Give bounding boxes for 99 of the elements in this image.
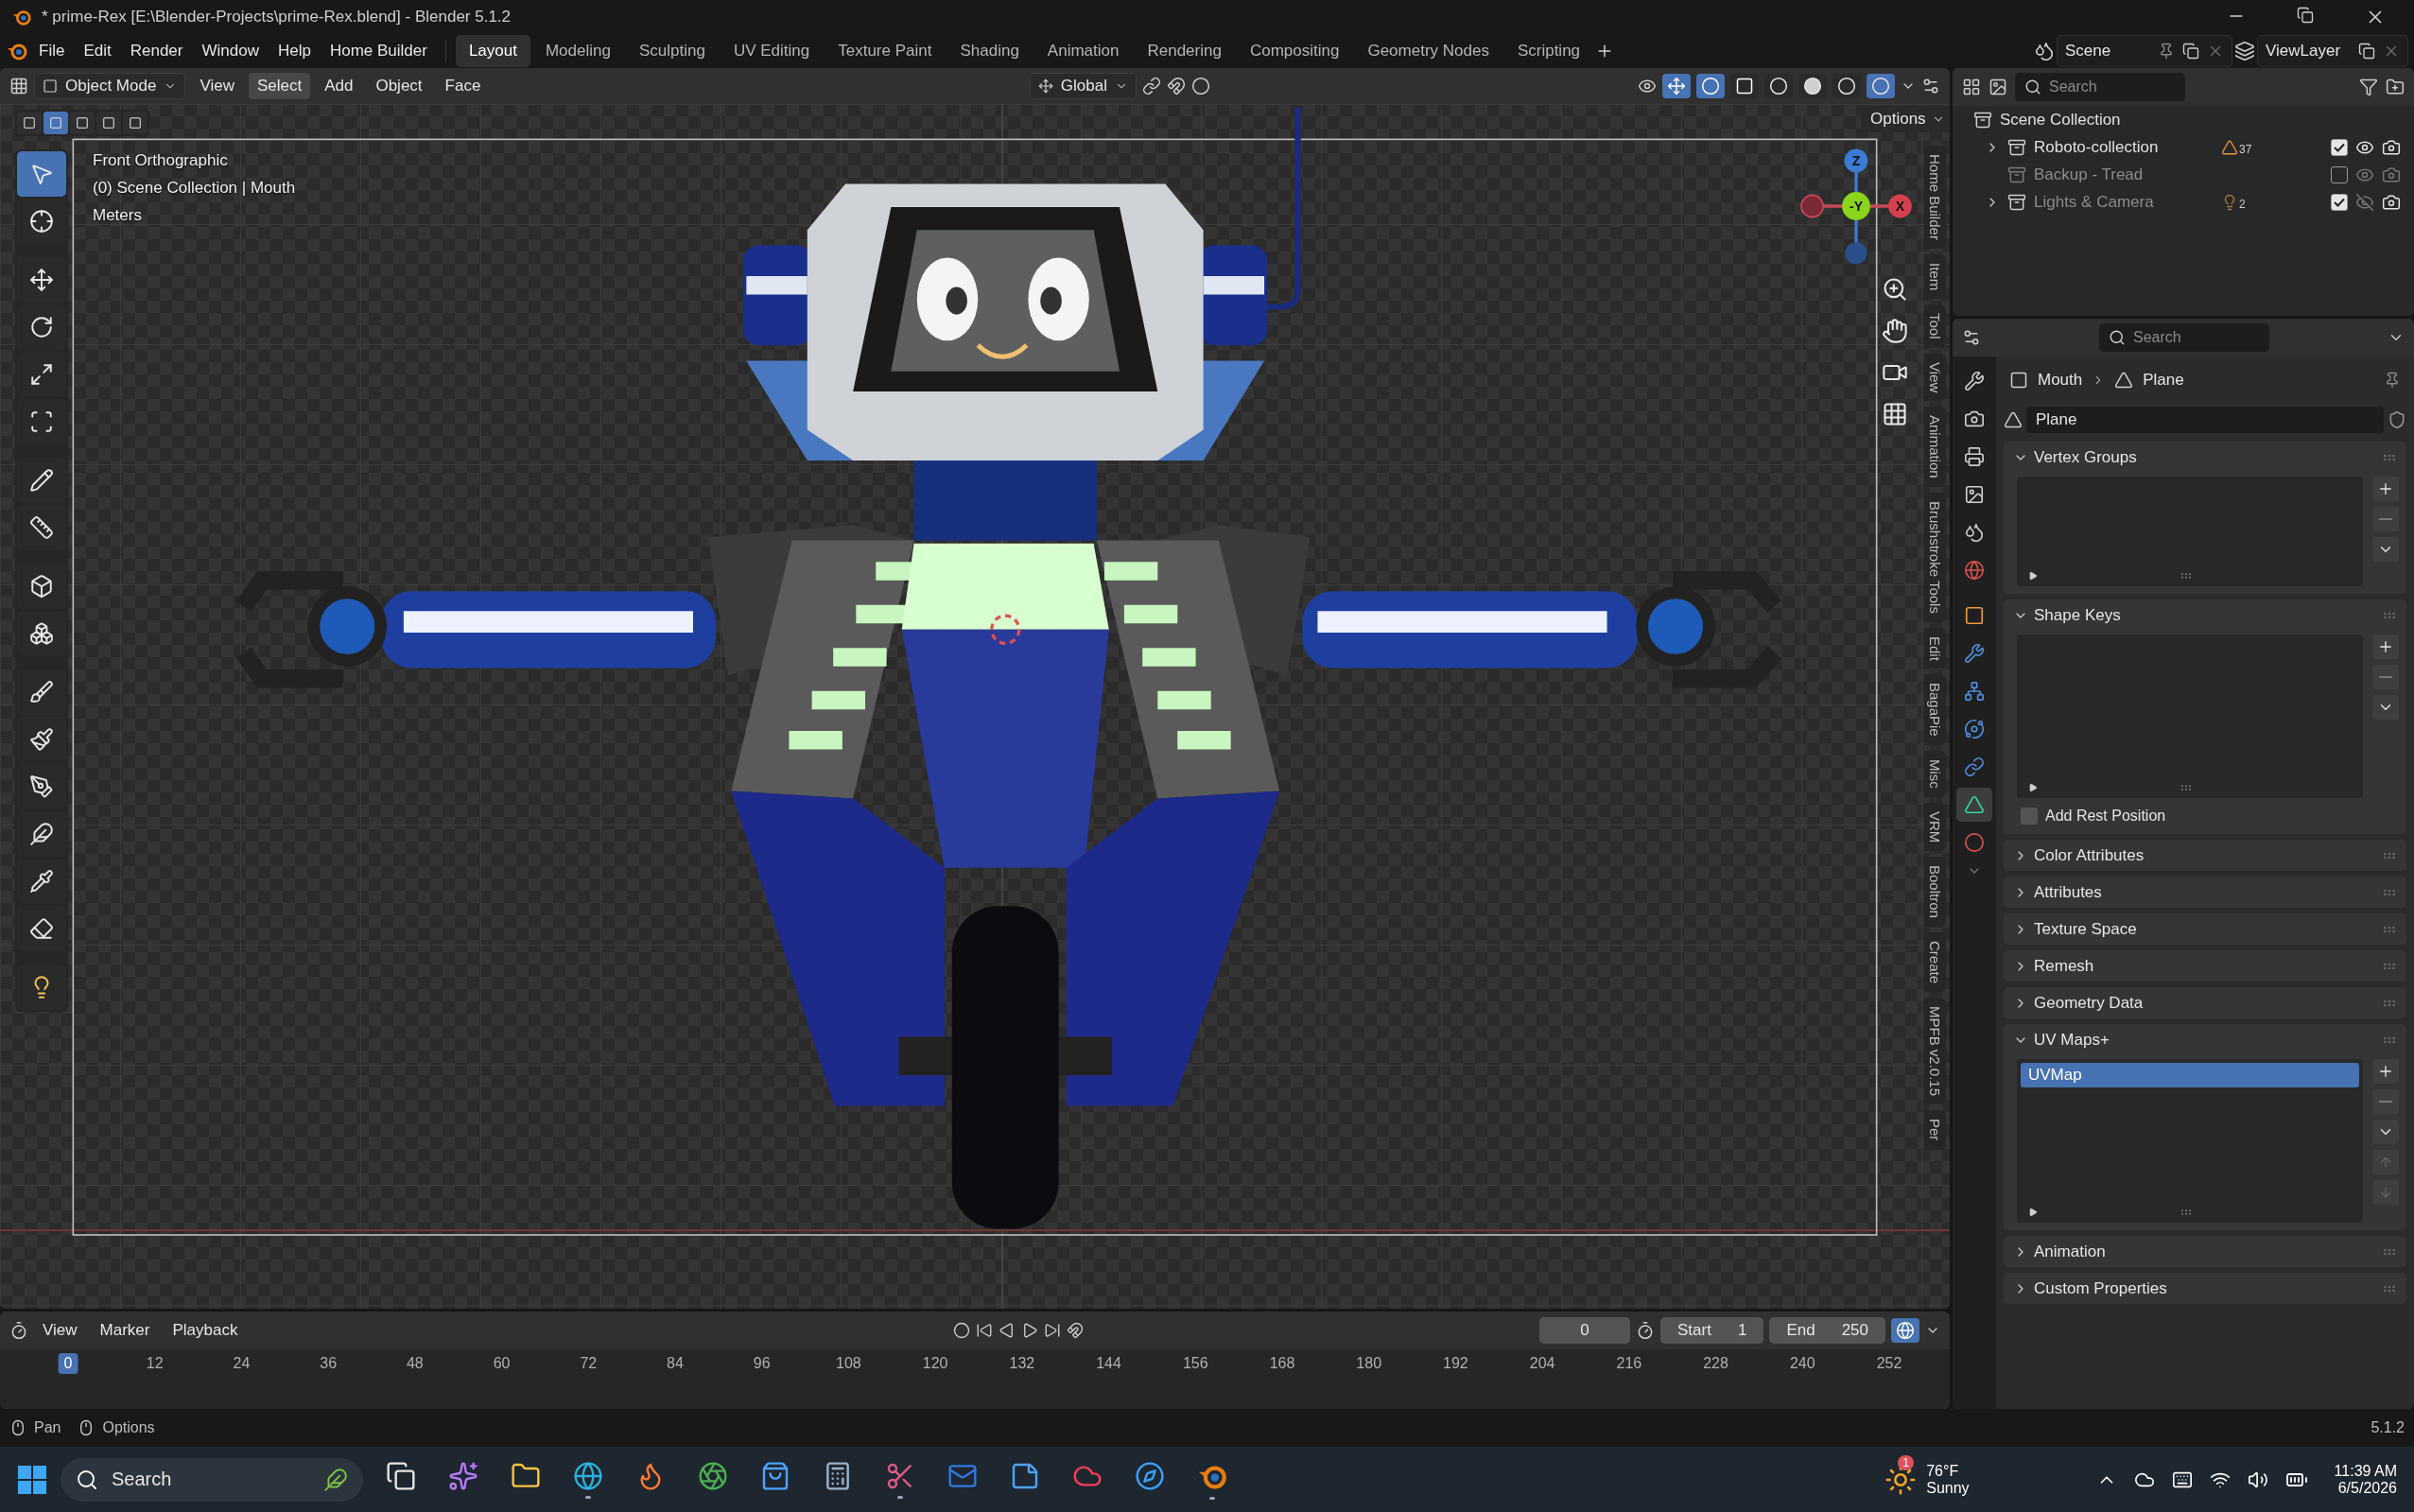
frame-tick: 96 xyxy=(752,1354,772,1373)
status-hint: Pan xyxy=(34,1419,61,1436)
outliner-item[interactable]: Scene Collection xyxy=(2000,110,2180,130)
sidebar-tab[interactable]: Edit xyxy=(1924,627,1946,669)
menu-item[interactable]: Playback xyxy=(164,1317,247,1344)
sidebar-tab[interactable]: VRM xyxy=(1924,802,1946,852)
frame-tick: 216 xyxy=(1615,1354,1643,1373)
axis-gizmo[interactable]: Z -Y X xyxy=(1797,147,1916,266)
child-count: 37 xyxy=(2239,142,2252,156)
scene-field[interactable]: Scene xyxy=(2057,35,2232,67)
frame-tick: 84 xyxy=(666,1354,685,1373)
end-frame-field[interactable]: End 250 xyxy=(1769,1317,1885,1344)
view-layer-field[interactable]: ViewLayer xyxy=(2257,35,2408,67)
notification-badge: 1 xyxy=(1898,1454,1914,1470)
frame-tick: 252 xyxy=(1875,1354,1903,1373)
status-hint: Options xyxy=(102,1419,155,1436)
checkbox-label: Add Rest Position xyxy=(2045,808,2166,825)
frame-tick: 36 xyxy=(319,1354,339,1373)
frame-tick: 168 xyxy=(1268,1354,1296,1373)
frame-tick: 240 xyxy=(1788,1354,1816,1373)
frame-tick: 0 xyxy=(58,1353,78,1374)
sidebar-tab[interactable]: Brushstroke Tools xyxy=(1924,492,1946,622)
sidebar-tab[interactable]: Tool xyxy=(1924,304,1946,348)
temperature-text: 76°F xyxy=(1926,1462,1960,1480)
frame-tick: 192 xyxy=(1442,1354,1469,1373)
workspace-tab[interactable]: UV Editing xyxy=(720,35,824,67)
sidebar-tab[interactable]: Item xyxy=(1924,253,1946,300)
taskbar-search-field[interactable]: Search xyxy=(61,1457,363,1502)
start-frame-field[interactable]: Start 1 xyxy=(1660,1317,1764,1344)
workspace-tab[interactable]: Texture Paint xyxy=(825,35,946,67)
sidebar-tab[interactable]: BagaPie xyxy=(1924,674,1946,746)
viewport-info-text: Front Orthographic xyxy=(93,151,229,170)
outliner-item[interactable]: Lights & Camera xyxy=(2034,192,2214,212)
frame-tick: 180 xyxy=(1355,1354,1383,1373)
clock-date[interactable]: 6/5/2026 xyxy=(2337,1479,2397,1497)
workspace-tab[interactable]: Compositing xyxy=(1236,35,1353,67)
workspace-tab[interactable]: Rendering xyxy=(1134,35,1235,67)
menu-item[interactable]: Home Builder xyxy=(321,38,436,64)
frame-tick: 228 xyxy=(1702,1354,1729,1373)
sidebar-tab[interactable]: Home Builder xyxy=(1924,146,1946,249)
search-field[interactable]: Search xyxy=(2015,73,2185,101)
breadcrumb-item: Mouth xyxy=(2038,371,2083,390)
frame-tick: 144 xyxy=(1095,1354,1122,1373)
frame-tick: 156 xyxy=(1181,1354,1209,1373)
list-box[interactable]: UVMap xyxy=(2017,1059,2363,1223)
sidebar-tab[interactable]: Misc xyxy=(1924,751,1946,797)
workspace-tab[interactable]: Geometry Nodes xyxy=(1354,35,1502,67)
menu-item[interactable]: Marker xyxy=(91,1317,159,1344)
panel-title[interactable]: Vertex Groups xyxy=(2034,447,2376,467)
menu-item[interactable]: Select xyxy=(248,73,311,99)
mesh-name-field[interactable]: Plane xyxy=(2026,407,2384,433)
workspace-tab[interactable]: Sculpting xyxy=(625,35,719,67)
sidebar-tab[interactable]: Per xyxy=(1924,1110,1946,1150)
menu-item[interactable]: File xyxy=(30,38,74,64)
frame-tick: 60 xyxy=(492,1354,512,1373)
workspace-tab[interactable]: Animation xyxy=(1033,35,1133,67)
sidebar-tab[interactable]: Create xyxy=(1924,932,1946,993)
menu-item[interactable]: Window xyxy=(193,38,268,64)
outliner-item[interactable]: Roboto-collection xyxy=(2034,137,2214,157)
version-text: 5.1.2 xyxy=(2371,1419,2405,1436)
workspace-tab[interactable]: Modeling xyxy=(531,35,624,67)
frame-tick: 204 xyxy=(1528,1354,1556,1373)
panel-title[interactable]: Shape Keys xyxy=(2034,605,2376,625)
orientation-dropdown[interactable]: Global xyxy=(1029,73,1137,99)
menu-item[interactable]: View xyxy=(191,73,243,99)
menu-item[interactable]: Add xyxy=(316,73,362,99)
panel-title[interactable]: UV Maps+ xyxy=(2034,1030,2376,1050)
menu-item[interactable]: Render xyxy=(121,38,192,64)
list-item[interactable]: UVMap xyxy=(2021,1063,2359,1087)
mode-dropdown[interactable]: Object Mode xyxy=(34,73,186,99)
options-dropdown[interactable]: Options xyxy=(1861,106,1950,132)
frame-tick: 12 xyxy=(145,1354,165,1373)
frame-tick: 72 xyxy=(579,1354,599,1373)
menu-item[interactable]: View xyxy=(34,1317,86,1344)
frame-tick: 48 xyxy=(405,1354,425,1373)
clock-time[interactable]: 11:39 AM xyxy=(2334,1462,2397,1480)
frame-tick: 108 xyxy=(835,1354,862,1373)
viewport-info-text: Meters xyxy=(93,206,143,225)
menu-item[interactable]: Edit xyxy=(75,38,120,64)
sidebar-tab[interactable]: View xyxy=(1924,353,1946,401)
viewport-info-text: (0) Scene Collection | Mouth xyxy=(93,179,296,198)
menu-item[interactable]: Face xyxy=(436,73,490,99)
frame-field[interactable]: 0 xyxy=(1539,1317,1630,1344)
frame-tick: 120 xyxy=(921,1354,949,1373)
weather-text: Sunny xyxy=(1926,1479,1970,1497)
child-count: 2 xyxy=(2239,197,2246,211)
workspace-tab[interactable]: Scripting xyxy=(1503,35,1594,67)
workspace-tab[interactable]: Shading xyxy=(946,35,1033,67)
workspace-tab[interactable]: Layout xyxy=(455,35,530,67)
sidebar-tab[interactable]: MPFB v2.0.15 xyxy=(1924,998,1946,1105)
sidebar-tab[interactable]: Booltron xyxy=(1924,857,1946,928)
menu-item[interactable]: Help xyxy=(269,38,320,64)
breadcrumb-item: Plane xyxy=(2143,371,2184,390)
search-field[interactable]: Search xyxy=(2099,323,2269,352)
window-title: * prime-Rex [E:\Blender-Projects\prime-Rex.blend] - Blender 5.1.2 xyxy=(42,8,512,26)
frame-tick: 132 xyxy=(1008,1354,1036,1373)
frame-tick: 24 xyxy=(232,1354,252,1373)
sidebar-tab[interactable]: Animation xyxy=(1924,406,1946,487)
menu-item[interactable]: Object xyxy=(367,73,431,99)
